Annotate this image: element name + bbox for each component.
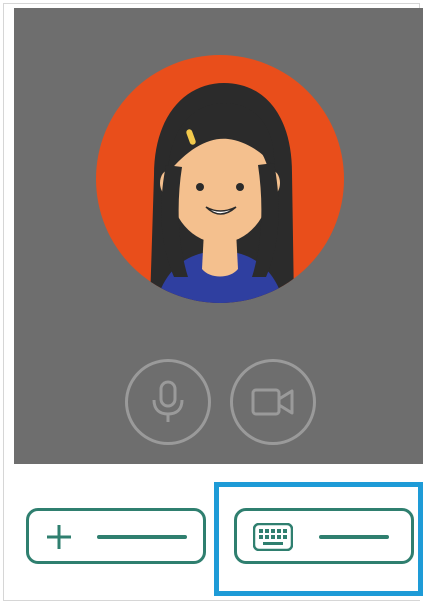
bottom-toolbar xyxy=(14,464,423,600)
plus-icon xyxy=(39,517,79,557)
microphone-icon xyxy=(152,380,184,422)
add-button[interactable] xyxy=(26,508,206,564)
call-window xyxy=(0,0,423,604)
keyboard-icon xyxy=(253,517,293,557)
microphone-button[interactable] xyxy=(125,359,211,445)
video-pane xyxy=(14,8,423,464)
add-button-label-placeholder xyxy=(97,535,187,539)
video-camera-icon xyxy=(251,388,294,416)
keyboard-button[interactable] xyxy=(234,508,414,564)
keyboard-button-label-placeholder xyxy=(319,535,389,539)
person-avatar-icon xyxy=(96,55,344,303)
camera-button[interactable] xyxy=(230,359,316,445)
